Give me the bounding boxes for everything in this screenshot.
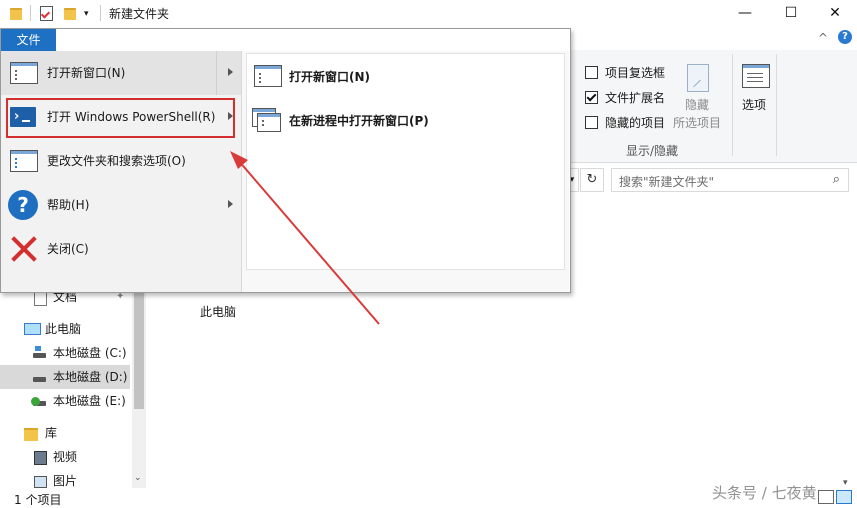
arrow-head xyxy=(230,151,248,169)
arrow-line xyxy=(237,159,380,325)
annotation-arrow xyxy=(230,151,380,325)
